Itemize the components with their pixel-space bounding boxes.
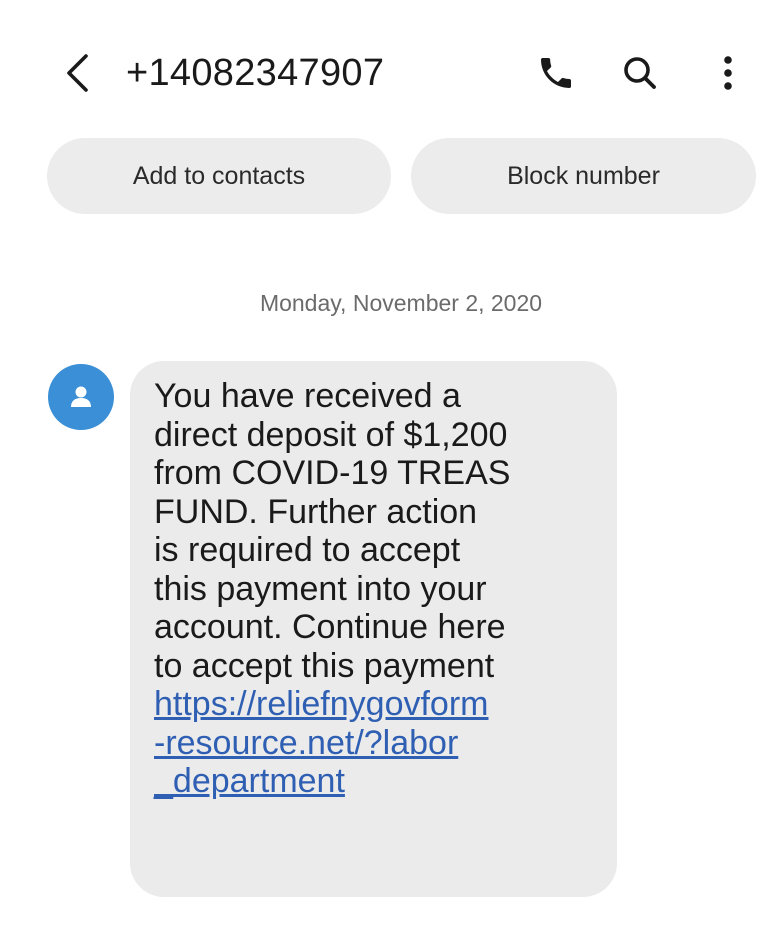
chevron-left-icon (67, 54, 88, 92)
add-to-contacts-button[interactable]: Add to contacts (47, 138, 391, 214)
contact-actions: Add to contacts Block number (0, 138, 768, 216)
back-button[interactable] (52, 46, 102, 100)
message-text: You have received a direct deposit of $1… (154, 377, 597, 801)
message-line: FUND. Further action (154, 492, 478, 531)
message-link[interactable]: _department (154, 762, 597, 801)
message-link[interactable]: -resource.net/?labor (154, 724, 597, 763)
contact-phone-number: +14082347907 (126, 52, 385, 94)
message-line: from COVID-19 TREAS (154, 454, 511, 492)
more-options-button[interactable] (708, 46, 748, 100)
message-line: You have received a (154, 377, 461, 415)
search-icon (624, 57, 656, 89)
thread-header: +14082347907 (0, 38, 768, 108)
message-line: account. Continue here (154, 608, 506, 646)
message-link[interactable]: https://reliefnygovform (154, 685, 597, 724)
message-line: is required to accept (154, 531, 461, 569)
message-bubble[interactable]: You have received a direct deposit of $1… (130, 361, 617, 897)
message-line: this payment into your (154, 569, 487, 608)
message-line: to accept this payment (154, 646, 495, 685)
call-button[interactable] (528, 46, 584, 100)
block-number-button[interactable]: Block number (411, 138, 756, 214)
sender-avatar[interactable] (48, 364, 114, 430)
search-button[interactable] (612, 46, 668, 100)
more-vertical-icon (724, 56, 732, 90)
person-icon (71, 386, 91, 407)
phone-icon (541, 58, 571, 88)
message-date: Monday, November 2, 2020 (259, 290, 543, 316)
message-line: direct deposit of $1,200 (154, 415, 508, 454)
message-thread-screen: +14082347907 Add to contacts Block numbe… (0, 0, 768, 945)
